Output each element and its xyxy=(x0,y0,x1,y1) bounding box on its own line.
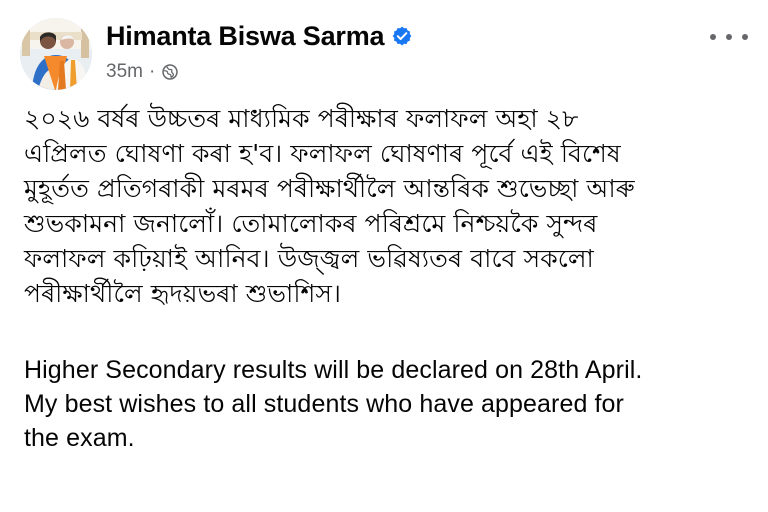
assamese-text-line: ফলাফল কঢ়িয়াই আনিব। উজ্জ্বল ভৱিষ্যতৰ বা… xyxy=(24,244,594,273)
assamese-text-line: এপ্ৰিলত ঘোষণা কৰা হ'ব। ফলাফল ঘোষণাৰ পূৰ্… xyxy=(24,139,621,168)
english-text-line: the exam. xyxy=(24,424,135,452)
post-meta: Himanta Biswa Sarma 35m · xyxy=(106,18,698,83)
post-subline: 35m · xyxy=(106,61,698,83)
more-dot xyxy=(726,34,732,40)
post-time[interactable]: 35m xyxy=(106,61,143,83)
assamese-text-line: মুহূৰ্তত প্ৰতিগৰাকী মৰমৰ পৰীক্ষাৰ্থীলৈ আ… xyxy=(24,174,635,203)
globe-icon[interactable] xyxy=(161,63,179,81)
more-options-icon[interactable] xyxy=(710,25,748,49)
assamese-text-line: পৰীক্ষাৰ্থীলৈ হৃদয়ভৰা শুভাশিস। xyxy=(24,279,342,308)
english-text-line: Higher Secondary results will be declare… xyxy=(24,356,643,384)
author-avatar[interactable] xyxy=(20,18,92,90)
more-dot xyxy=(710,34,716,40)
more-dot xyxy=(742,34,748,40)
facebook-post: Himanta Biswa Sarma 35m · ২০২৬ বৰ্ষৰ উচ্… xyxy=(0,0,768,512)
post-content: ২০২৬ বৰ্ষৰ উচ্চতৰ মাধ্যমিক পৰীক্ষাৰ ফলাফ… xyxy=(24,101,748,455)
verified-badge-icon xyxy=(391,25,413,47)
english-text-line: My best wishes to all students who have … xyxy=(24,390,624,418)
author-row: Himanta Biswa Sarma xyxy=(106,18,698,54)
meta-separator: · xyxy=(148,61,156,82)
profile-photo xyxy=(20,18,92,90)
assamese-text-line: শুভকামনা জনালোঁ। তোমালোকৰ পৰিশ্ৰমে নিশ্চ… xyxy=(24,209,598,238)
assamese-text-line: ২০২৬ বৰ্ষৰ উচ্চতৰ মাধ্যমিক পৰীক্ষাৰ ফলাফ… xyxy=(24,104,579,133)
author-name[interactable]: Himanta Biswa Sarma xyxy=(106,21,385,52)
post-header: Himanta Biswa Sarma 35m · xyxy=(20,18,748,94)
